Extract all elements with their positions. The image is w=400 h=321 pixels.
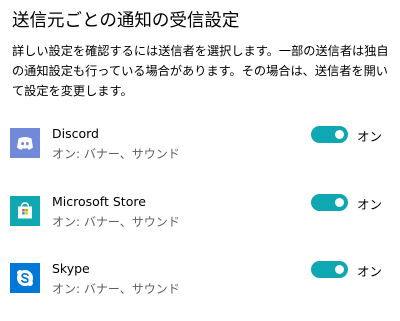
sender-detail: オン: バナー、サウンド (52, 282, 180, 296)
sender-name: Discord (52, 126, 99, 141)
toggle-state-label: オン (357, 197, 383, 212)
notification-toggle-skype[interactable] (311, 261, 348, 278)
sender-name: Skype (52, 261, 90, 276)
sender-name: Microsoft Store (52, 194, 146, 209)
sender-item-skype[interactable]: Skype オン: バナー、サウンド オン (0, 261, 400, 305)
toggle-knob (335, 198, 344, 207)
sender-detail: オン: バナー、サウンド (52, 147, 180, 161)
notification-toggle-microsoft-store[interactable] (311, 194, 348, 211)
page-description: 詳しい設定を確認するには送信者を選択します。一部の送信者は独自の通知設定も行って… (12, 44, 389, 98)
sender-item-discord[interactable]: Discord オン: バナー、サウンド オン (0, 126, 400, 170)
toggle-knob (335, 265, 344, 274)
toggle-knob (335, 130, 344, 139)
discord-icon (10, 128, 40, 158)
sender-item-microsoft-store[interactable]: Microsoft Store オン: バナー、サウンド オン (0, 194, 400, 238)
notification-toggle-discord[interactable] (311, 126, 348, 143)
page-title: 送信元ごとの通知の受信設定 (12, 11, 240, 31)
microsoft-store-icon (10, 196, 40, 226)
skype-icon (10, 263, 40, 293)
sender-detail: オン: バナー、サウンド (52, 215, 180, 229)
toggle-state-label: オン (357, 264, 383, 279)
toggle-state-label: オン (357, 129, 383, 144)
